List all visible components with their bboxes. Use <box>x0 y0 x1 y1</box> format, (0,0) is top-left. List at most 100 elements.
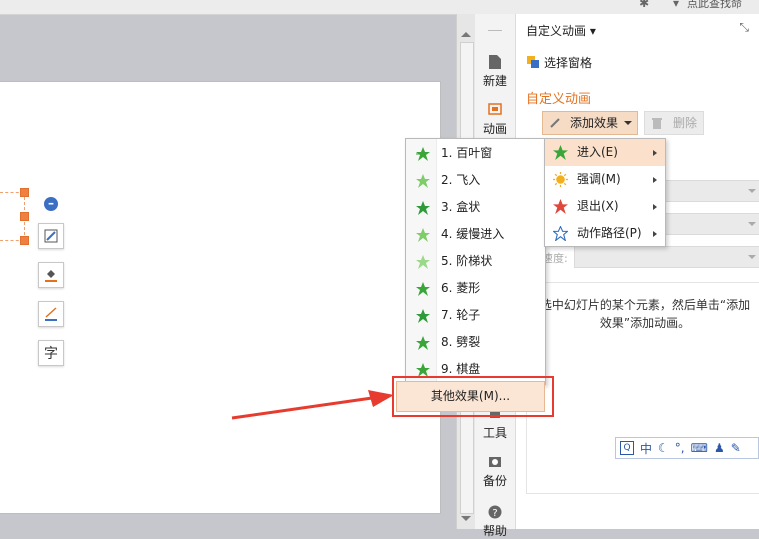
ime-language[interactable]: 中 <box>640 440 652 457</box>
split-star-icon <box>416 336 430 350</box>
text-style-button[interactable]: 字 <box>38 340 64 366</box>
pane-title[interactable]: 自定义动画 ▾ <box>526 22 596 39</box>
effect-label: 7. 轮子 <box>441 308 481 322</box>
effect-label: 6. 菱形 <box>441 281 481 295</box>
effect-item-diamond[interactable]: 6. 菱形 <box>406 276 545 301</box>
line-style-icon <box>45 307 57 321</box>
wheel-star-icon <box>416 309 430 323</box>
menu-item-label: 强调(M) <box>577 172 621 186</box>
trash-icon <box>652 118 662 129</box>
punctuation-icon[interactable]: °, <box>675 441 685 455</box>
checkerboard-star-icon <box>416 363 430 377</box>
rail-item-label: 动画 <box>482 122 507 136</box>
resize-handle[interactable] <box>20 188 29 197</box>
delete-button[interactable]: 删除 <box>644 111 704 135</box>
red-star-icon <box>553 199 568 214</box>
entrance-effects-menu: 1. 百叶窗 2. 飞入 3. 盒状 4. 缓慢进入 5. 阶梯状 6. 菱形 … <box>405 138 546 385</box>
rail-item-animation[interactable]: 动画 <box>475 102 515 137</box>
rail-item-label: 工具 <box>482 426 507 440</box>
moon-icon[interactable]: ☾ <box>658 441 669 455</box>
keyboard-icon[interactable]: ⌨ <box>691 441 708 455</box>
effect-item-stairs[interactable]: 5. 阶梯状 <box>406 249 545 274</box>
effect-item-crawl-in[interactable]: 4. 缓慢进入 <box>406 222 545 247</box>
rail-item-label: 新建 <box>482 74 507 88</box>
menu-item-emphasis[interactable]: 强调(M) <box>545 166 665 193</box>
ime-logo-icon[interactable]: Q <box>620 441 634 455</box>
menu-item-entrance[interactable]: 进入(E) <box>545 139 665 166</box>
effect-label: 2. 飞入 <box>441 173 481 187</box>
yellow-burst-icon <box>553 172 568 187</box>
wrench-icon[interactable]: ✎ <box>731 441 741 455</box>
pencil-icon <box>550 118 560 128</box>
box-star-icon <box>416 201 430 215</box>
chevron-right-icon <box>653 231 657 237</box>
paint-bucket-icon <box>45 270 57 282</box>
slide-canvas[interactable]: – 字 <box>0 81 441 514</box>
rail-item-label: 备份 <box>482 474 507 488</box>
effect-item-wheel[interactable]: 7. 轮子 <box>406 303 545 328</box>
chevron-right-icon <box>653 204 657 210</box>
effect-label: 8. 劈裂 <box>441 335 481 349</box>
add-effect-menu: 进入(E) 强调(M) 退出(X) 动作路径(P) <box>544 138 666 247</box>
selection-pane-icon <box>527 56 539 68</box>
toolbar-icons[interactable]: ✱ ▾ <box>639 0 689 10</box>
search-text: 点此查找命 <box>687 0 742 10</box>
rail-item-backup[interactable]: 备份 <box>475 454 515 489</box>
fly-in-star-icon <box>416 174 430 188</box>
resize-handle[interactable] <box>20 212 29 221</box>
outline-star-icon <box>553 226 568 241</box>
text-style-icon: 字 <box>44 346 58 362</box>
delete-label: 删除 <box>673 116 698 130</box>
shape-style-button[interactable] <box>38 223 64 249</box>
effect-item-box[interactable]: 3. 盒状 <box>406 195 545 220</box>
menu-item-label: 动作路径(P) <box>577 226 642 240</box>
menu-item-exit[interactable]: 退出(X) <box>545 193 665 220</box>
chevron-right-icon <box>653 150 657 156</box>
effect-item-fly-in[interactable]: 2. 飞入 <box>406 168 545 193</box>
expand-icon[interactable]: ⤡ <box>739 20 749 35</box>
rail-item-label: 帮助 <box>482 524 507 538</box>
svg-text:?: ? <box>492 508 497 519</box>
selection-pane-link[interactable]: 选择窗格 <box>526 54 592 71</box>
crawl-in-star-icon <box>416 228 430 242</box>
effect-item-blinds[interactable]: 1. 百叶窗 <box>406 141 545 166</box>
diamond-star-icon <box>416 282 430 296</box>
stairs-star-icon <box>416 255 430 269</box>
ime-toolbar[interactable]: Q 中 ☾ °, ⌨ ♟ ✎ <box>615 437 759 459</box>
blinds-star-icon <box>416 147 430 161</box>
outline-button[interactable] <box>38 301 64 327</box>
menu-item-label: 退出(X) <box>577 199 619 213</box>
chevron-down-icon <box>624 121 632 125</box>
effect-item-split[interactable]: 8. 劈裂 <box>406 330 545 355</box>
section-title: 自定义动画 <box>526 92 592 107</box>
backup-icon <box>489 457 501 467</box>
effect-label: 4. 缓慢进入 <box>441 227 505 241</box>
fill-button[interactable] <box>38 262 64 288</box>
collapse-icon[interactable]: – <box>44 197 58 211</box>
search-box[interactable]: 点此查找命 <box>687 0 759 14</box>
user-icon[interactable]: ♟ <box>714 441 725 455</box>
add-effect-button[interactable]: 添加效果 <box>542 111 638 135</box>
rail-item-new[interactable]: 新建 <box>475 54 515 89</box>
effect-label: 5. 阶梯状 <box>441 254 493 268</box>
effect-label: 1. 百叶窗 <box>441 146 493 160</box>
animation-icon <box>488 103 502 115</box>
resize-handle[interactable] <box>20 236 29 245</box>
edit-shape-icon <box>44 229 58 243</box>
new-document-icon <box>489 55 501 69</box>
top-toolbar: ✱ ▾ 点此查找命 <box>0 0 759 15</box>
menu-item-motion-path[interactable]: 动作路径(P) <box>545 220 665 247</box>
scroll-up-icon[interactable] <box>461 32 471 37</box>
pane-hint: 选中幻灯片的某个元素，然后单击“添加效果”添加动画。 <box>539 298 751 330</box>
selection-pane-label: 选择窗格 <box>544 56 593 70</box>
add-effect-label: 添加效果 <box>570 116 619 130</box>
menu-item-label: 进入(E) <box>577 145 618 159</box>
scroll-down-icon[interactable] <box>461 516 471 521</box>
green-star-icon <box>553 145 568 160</box>
effect-label: 3. 盒状 <box>441 200 481 214</box>
rail-grip <box>488 30 502 31</box>
speed-select[interactable] <box>574 246 759 268</box>
annotation-highlight-box <box>392 376 554 417</box>
chevron-right-icon <box>653 177 657 183</box>
rail-item-help[interactable]: ? 帮助 <box>475 504 515 539</box>
